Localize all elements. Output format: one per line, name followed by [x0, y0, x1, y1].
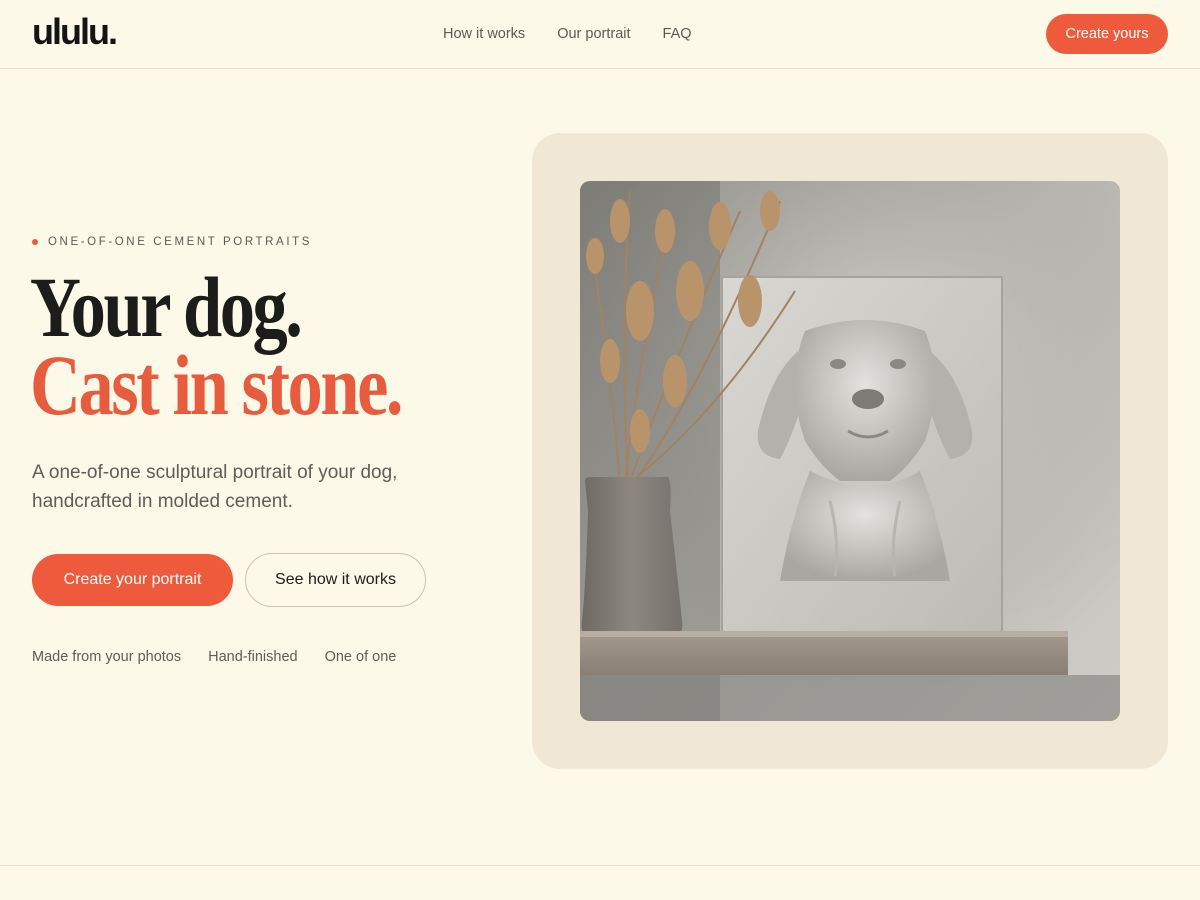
accent-dot-icon: [32, 239, 38, 245]
feature-item: Made from your photos: [32, 649, 182, 665]
nav-link-how-it-works[interactable]: How it works: [443, 25, 525, 43]
hero-title: Your dog. Cast in stone.: [30, 259, 404, 433]
nav-link-faq[interactable]: FAQ: [663, 25, 692, 43]
hero-title-line2: Cast in stone.: [30, 337, 404, 433]
create-yours-button[interactable]: Create yours: [1046, 14, 1168, 54]
hero-subtitle: A one-of-one sculptural portrait of your…: [32, 462, 398, 512]
hero-title-line1: Your dog.: [30, 259, 303, 355]
create-portrait-button[interactable]: Create your portrait: [32, 554, 233, 606]
main-nav: How it works Our portrait FAQ: [443, 25, 692, 43]
site-header: ululu. How it works Our portrait FAQ Cre…: [0, 0, 1200, 69]
feature-item: Hand-finished: [208, 649, 298, 665]
hero-image-panel: [532, 133, 1168, 769]
eyebrow-text: ONE-OF-ONE CEMENT PORTRAITS: [48, 236, 313, 248]
section-divider: [0, 865, 1200, 866]
eyebrow: ONE-OF-ONE CEMENT PORTRAITS: [32, 236, 312, 248]
logo[interactable]: ululu.: [32, 12, 118, 52]
nav-link-our-portrait[interactable]: Our portrait: [557, 25, 630, 43]
feature-list: Made from your photos Hand-finished One …: [32, 648, 396, 666]
see-how-it-works-button[interactable]: See how it works: [245, 553, 426, 607]
dog-portrait-photo: [580, 181, 1120, 721]
feature-item: One of one: [324, 649, 397, 665]
dog-portrait-illustration: [580, 181, 1120, 721]
